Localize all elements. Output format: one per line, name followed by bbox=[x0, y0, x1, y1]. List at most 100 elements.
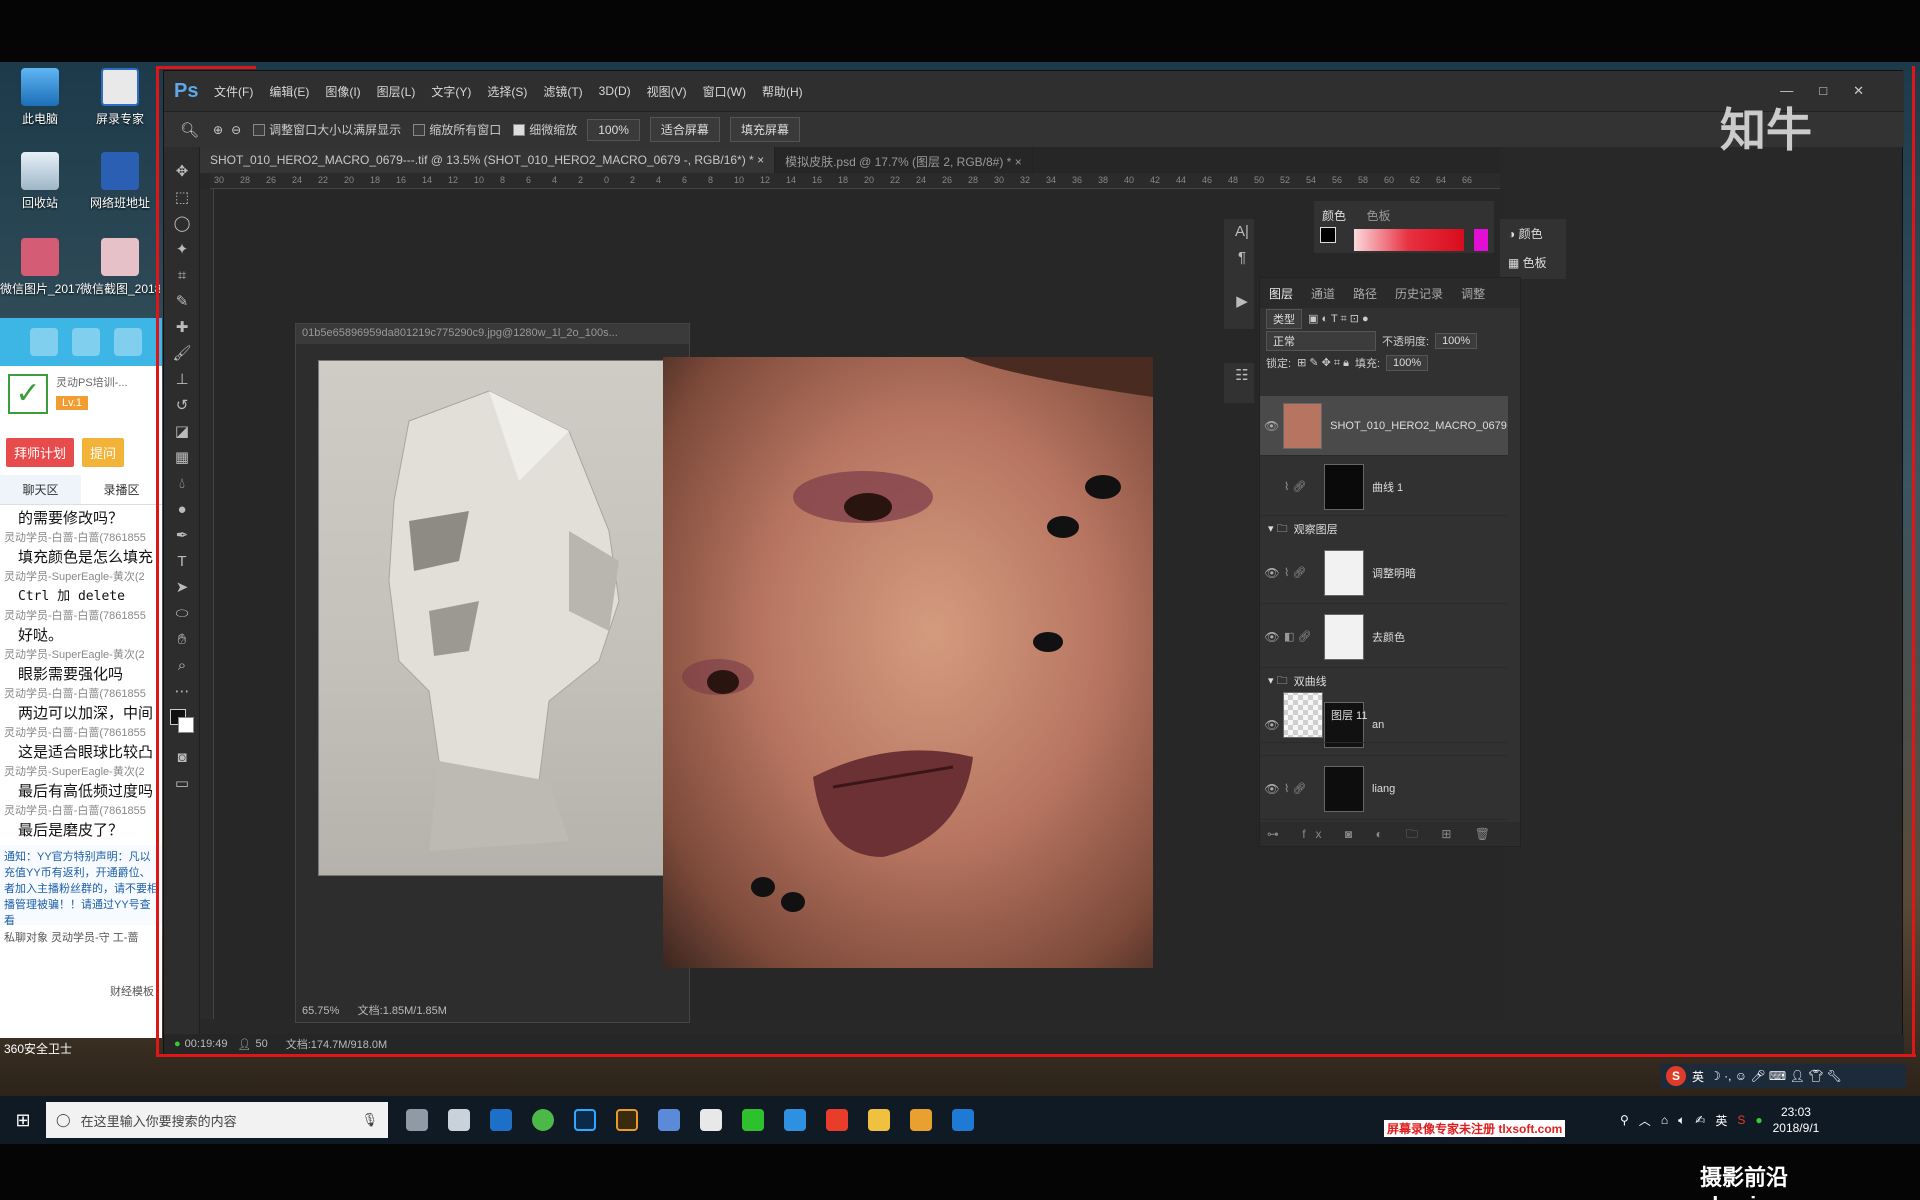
stamp-tool-icon[interactable]: ⊥ bbox=[164, 367, 200, 393]
crop-tool-icon[interactable]: ⌗ bbox=[164, 263, 200, 289]
opacity-field[interactable]: 100% bbox=[1435, 333, 1478, 349]
file-explorer-icon[interactable] bbox=[868, 1109, 890, 1131]
tab-document-skin[interactable]: 模拟皮肤.psd @ 17.7% (图层 2, RGB/8#) * × bbox=[775, 147, 1033, 173]
wechat-icon[interactable] bbox=[742, 1109, 764, 1131]
tab-recordings[interactable]: 录播区 bbox=[81, 475, 162, 504]
photoshop-icon[interactable] bbox=[574, 1109, 596, 1131]
eye-icon[interactable]: 👁︎ bbox=[1260, 566, 1284, 580]
color-ramp[interactable] bbox=[1354, 229, 1464, 251]
menu-select[interactable]: 选择(S) bbox=[479, 83, 535, 100]
gradient-tool-icon[interactable]: ▦ bbox=[164, 445, 200, 471]
game-icon[interactable] bbox=[114, 328, 142, 356]
layer-row[interactable]: ⌇ 🔗︎ 曲线 1 bbox=[1260, 458, 1508, 516]
floating-document-window[interactable]: 01b5e65896959da801219c775290c9.jpg@1280w… bbox=[295, 323, 690, 1023]
tab-swatches[interactable]: 色板 bbox=[1358, 201, 1398, 230]
language-indicator[interactable]: 英 bbox=[1715, 1112, 1727, 1129]
eye-icon[interactable]: 👁︎ bbox=[1260, 630, 1284, 644]
bridge-icon[interactable] bbox=[616, 1109, 638, 1131]
magic-wand-icon[interactable]: ✦ bbox=[164, 237, 200, 263]
dodge-tool-icon[interactable]: ● bbox=[164, 497, 200, 523]
desktop-icon-360[interactable]: 360安全卫士 bbox=[4, 1040, 72, 1057]
tab-history[interactable]: 历史记录 bbox=[1386, 285, 1452, 302]
hand-tool-icon[interactable]: ✋︎ bbox=[164, 627, 200, 653]
eyedropper-icon[interactable]: ✎ bbox=[164, 289, 200, 315]
layer-row[interactable]: 👁︎ SHOT_010_HERO2_MACRO_0679 - bbox=[1260, 396, 1508, 456]
app-icon[interactable] bbox=[448, 1109, 470, 1131]
zoom-all-checkbox[interactable] bbox=[413, 123, 426, 136]
list-icon[interactable] bbox=[72, 328, 100, 356]
eraser-tool-icon[interactable]: ◪ bbox=[164, 419, 200, 445]
microphone-icon[interactable]: 🎙︎ bbox=[361, 1112, 388, 1128]
pen-icon[interactable]: ✍︎ bbox=[1695, 1113, 1705, 1127]
side-color-button[interactable]: ◑ 颜色 bbox=[1500, 219, 1566, 248]
layer-row[interactable]: 👁︎ ◧ 🔗︎ 去颜色 bbox=[1260, 606, 1508, 668]
healing-brush-icon[interactable]: ✚ bbox=[164, 315, 200, 341]
tab-paths[interactable]: 路径 bbox=[1344, 285, 1386, 302]
ie-icon[interactable] bbox=[490, 1109, 512, 1131]
play-icon[interactable]: ▶ bbox=[1224, 289, 1260, 315]
sogou-tray-icon[interactable]: S bbox=[1737, 1113, 1745, 1127]
screen-mode-icon[interactable]: ▭ bbox=[164, 771, 200, 797]
mentor-plan-button[interactable]: 拜师计划 bbox=[6, 438, 75, 467]
type-tool-icon[interactable]: T bbox=[164, 549, 200, 575]
desktop-icon-image-1[interactable]: 微信图片_20171206114... bbox=[0, 238, 80, 297]
character-icon[interactable]: A| bbox=[1224, 219, 1260, 245]
fill-screen-button[interactable]: 填充屏幕 bbox=[729, 117, 800, 142]
resize-windows-checkbox[interactable] bbox=[253, 123, 266, 136]
lasso-tool-icon[interactable]: ◯ bbox=[164, 211, 200, 237]
layer-kind-filter[interactable]: 类型 bbox=[1266, 309, 1302, 329]
path-select-icon[interactable]: ➤ bbox=[164, 575, 200, 601]
color-swatches[interactable] bbox=[164, 705, 200, 745]
finance-template-link[interactable]: 财经模板 bbox=[0, 979, 162, 1003]
history-brush-icon[interactable]: ↺ bbox=[164, 393, 200, 419]
menu-edit[interactable]: 编辑(E) bbox=[261, 83, 317, 100]
blur-tool-icon[interactable]: 💧︎ bbox=[164, 471, 200, 497]
mail-icon[interactable] bbox=[700, 1109, 722, 1131]
scrubby-zoom-checkbox[interactable] bbox=[513, 123, 526, 136]
marquee-tool-icon[interactable]: ⬚ bbox=[164, 185, 200, 211]
lock-icons[interactable]: ⊞ ✎ ✥ ⌗ 🔒︎ bbox=[1297, 356, 1349, 370]
pen-tool-icon[interactable]: ✒︎ bbox=[164, 523, 200, 549]
paragraph-icon[interactable]: ¶ bbox=[1224, 245, 1260, 271]
browser-360-icon[interactable] bbox=[532, 1109, 554, 1131]
tab-chat[interactable]: 聊天区 bbox=[0, 475, 81, 504]
layer-row[interactable]: 图层 11 bbox=[1259, 687, 1507, 743]
close-icon[interactable]: ✕ bbox=[1853, 83, 1864, 99]
menu-help[interactable]: 帮助(H) bbox=[754, 83, 811, 100]
zoom-100-button[interactable]: 100% bbox=[587, 118, 640, 141]
eye-icon[interactable]: 👁︎ bbox=[1260, 419, 1283, 433]
fill-field[interactable]: 100% bbox=[1386, 355, 1429, 371]
close-tab-icon[interactable]: × bbox=[1015, 155, 1022, 169]
brush-tool-icon[interactable]: 🖌︎ bbox=[164, 341, 200, 367]
menu-view[interactable]: 视图(V) bbox=[639, 83, 695, 100]
menu-3d[interactable]: 3D(D) bbox=[591, 84, 639, 98]
tab-channels[interactable]: 通道 bbox=[1302, 285, 1344, 302]
tray-up-icon[interactable]: ︿ bbox=[1639, 1112, 1651, 1129]
tab-document-main[interactable]: SHOT_010_HERO2_MACRO_0679---.tif @ 13.5%… bbox=[200, 147, 776, 173]
network-icon[interactable]: ⌂ bbox=[1661, 1113, 1668, 1127]
clock[interactable]: 23:03 2018/9/1 bbox=[1773, 1104, 1820, 1136]
ask-question-button[interactable]: 提问 bbox=[82, 438, 125, 467]
shape-tool-icon[interactable]: ⬭ bbox=[164, 601, 200, 627]
blend-mode-select[interactable]: 正常 bbox=[1266, 331, 1376, 351]
people-icon[interactable]: ⚲ bbox=[1620, 1113, 1629, 1127]
layer-row[interactable]: 👁︎ ⌇ 🔗︎ 调整明暗 bbox=[1260, 542, 1508, 604]
layer-group[interactable]: ▾ 🗀︎ 观察图层 bbox=[1260, 518, 1508, 540]
zoom-out-icon[interactable]: ⊖ bbox=[223, 123, 241, 137]
layer-row[interactable]: 👁︎ ⌇ 🔗︎ liang bbox=[1260, 758, 1508, 820]
home-icon[interactable] bbox=[30, 328, 58, 356]
more-tools-icon[interactable]: ⋯ bbox=[164, 679, 200, 705]
properties-icon[interactable]: ☷ bbox=[1224, 363, 1260, 389]
menu-window[interactable]: 窗口(W) bbox=[695, 83, 754, 100]
private-chat-target[interactable]: 私聊对象 灵动学员-守 工-蔷 bbox=[0, 925, 162, 949]
task-view-icon[interactable] bbox=[406, 1109, 428, 1131]
quick-mask-icon[interactable]: ◙ bbox=[164, 745, 200, 771]
tab-color[interactable]: 颜色 bbox=[1314, 201, 1354, 230]
ime-toolbar[interactable]: S 英 ☽ ·, ☺ 🎤︎ ⌨ 👤︎ 👕︎ 🔧︎ bbox=[1660, 1064, 1906, 1088]
menu-file[interactable]: 文件(F) bbox=[206, 83, 261, 100]
desktop-icon-image-2[interactable]: 微信截图_20180614135... bbox=[80, 238, 160, 297]
tab-layers[interactable]: 图层 bbox=[1260, 285, 1302, 302]
foreground-swatch[interactable] bbox=[1320, 227, 1336, 243]
eye-icon[interactable]: 👁︎ bbox=[1260, 782, 1284, 796]
windows-start-icon[interactable]: ⊞ bbox=[0, 1110, 46, 1131]
